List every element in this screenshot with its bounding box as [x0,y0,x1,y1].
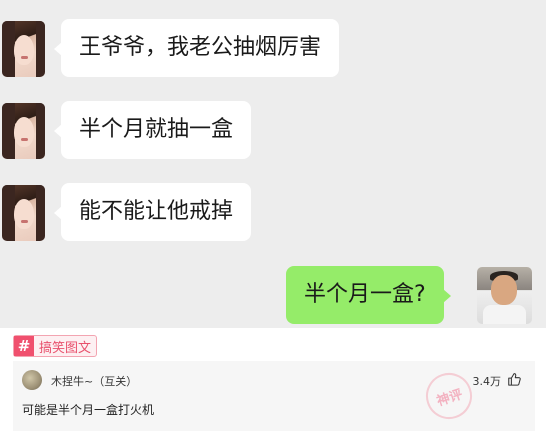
message-bubble[interactable]: 王爷爷，我老公抽烟厉害 [53,19,340,77]
commenter-avatar[interactable] [22,370,42,390]
contact-avatar[interactable] [2,185,45,241]
like-count: 3.4万 [472,375,502,388]
category-tag-label: 搞笑图文 [39,340,92,356]
thumbs-up-icon[interactable] [507,372,521,386]
chat-area: 王爷爷，我老公抽烟厉害 半个月就抽一盒 能不能让他戒掉 半个月一盒? [0,0,546,328]
stamp-text: 神评 [434,386,465,410]
message-bubble[interactable]: 能不能让他戒掉 [53,183,252,241]
comment-text: 可能是半个月一盒打火机 [22,403,155,417]
commenter-name[interactable]: 木捏牛~（互关） [51,373,137,389]
contact-avatar[interactable] [2,103,45,159]
message-bubble[interactable]: 半个月就抽一盒 [53,101,252,159]
contact-avatar[interactable] [2,21,45,77]
hash-icon: # [14,336,34,356]
category-tag[interactable]: # 搞笑图文 [13,335,98,357]
my-message-bubble[interactable]: 半个月一盒? [286,266,451,324]
my-avatar[interactable] [477,267,532,324]
